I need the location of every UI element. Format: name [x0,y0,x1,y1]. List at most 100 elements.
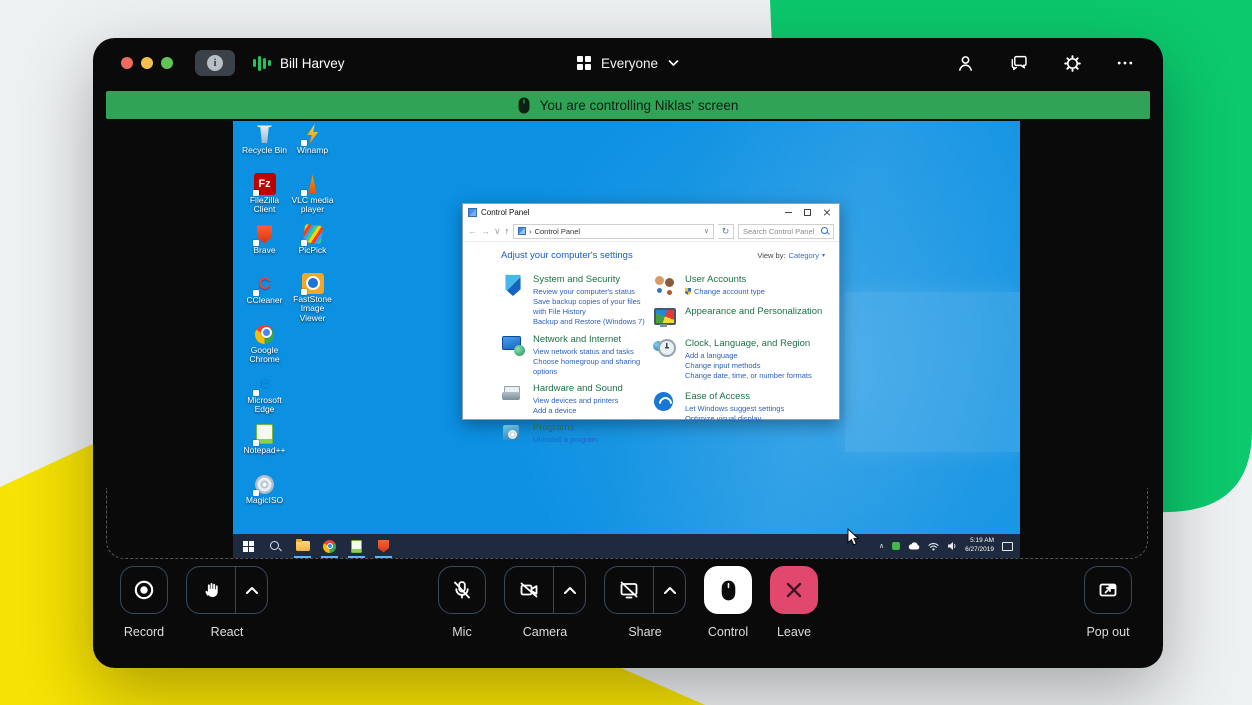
taskbar-chrome[interactable] [316,534,343,558]
desktop-icon[interactable]: Notepad++ [241,423,288,473]
category-sub-link[interactable]: View network status and tasks [533,347,653,357]
more-options-button[interactable] [1115,53,1135,73]
desktop-icon[interactable]: MagicISO [241,473,288,523]
control-panel-category[interactable]: Network and Internet View network status… [501,333,653,377]
category-sub-link[interactable]: Change account type [685,287,765,297]
participants-button[interactable] [955,53,976,74]
react-button-group [186,566,268,614]
forward-icon[interactable]: → [481,227,490,236]
control-button[interactable] [704,566,752,614]
control-panel-category[interactable]: Appearance and Personalization [653,305,825,329]
taskbar-file-explorer[interactable] [289,534,316,558]
category-sub-link[interactable]: View devices and printers [533,396,623,406]
camera-button[interactable] [505,567,554,613]
category-title-link[interactable]: Hardware and Sound [533,383,623,394]
taskbar-brave[interactable] [370,534,397,558]
tray-expand-icon[interactable]: ∧ [879,543,884,550]
category-title-link[interactable]: User Accounts [685,274,765,285]
view-by-value[interactable]: Category [789,251,819,260]
control-panel-category[interactable]: Ease of Access Let Windows suggest setti… [653,390,825,424]
address-dropdown-icon[interactable]: ∨ [704,227,709,235]
control-panel-category[interactable]: Clock, Language, and Region Add a langua… [653,337,825,381]
camera-options-button[interactable] [554,567,586,613]
category-sub-link[interactable]: Review your computer's status [533,287,653,297]
up-icon[interactable]: ↑ [505,227,510,236]
leave-button[interactable] [770,566,818,614]
share-options-button[interactable] [654,567,686,613]
category-sub-link[interactable]: Add a device [533,406,623,416]
share-button-group [604,566,686,614]
category-title-link[interactable]: Clock, Language, and Region [685,338,812,349]
desktop-icon[interactable]: PicPick [289,223,336,273]
category-sub-link[interactable]: Add a language [685,351,812,361]
zoom-window-button[interactable] [161,57,173,69]
control-panel-app-icon [468,208,477,217]
category-sub-link[interactable]: Save backup copies of your files with Fi… [533,297,653,317]
control-panel-category[interactable]: Hardware and Sound View devices and prin… [501,382,653,416]
react-options-button[interactable] [236,567,268,613]
record-button[interactable] [120,566,168,614]
settings-button[interactable] [1062,53,1083,74]
close-window-button[interactable] [121,57,133,69]
minimize-window-button[interactable] [141,57,153,69]
category-sub-link[interactable]: Let Windows suggest settings [685,404,784,414]
start-button[interactable] [235,534,262,558]
popout-button[interactable] [1084,566,1132,614]
desktop-icon[interactable]: Recycle Bin [241,123,288,173]
desktop-icon-label: CCleaner [247,296,283,305]
shared-screen[interactable]: Recycle Bin Fz FileZilla Client Brave [233,121,1020,558]
search-input[interactable]: Search Control Panel [738,224,834,239]
wifi-icon[interactable] [928,542,939,551]
view-selector-button[interactable]: Everyone [577,38,679,88]
view-by-caret-icon[interactable]: ▾ [822,252,825,259]
category-sub-link[interactable]: Uninstall a program [533,435,598,445]
taskbar-clock[interactable]: 5:19 AM 6/27/2019 [965,537,994,555]
desktop-icon[interactable]: Fz FileZilla Client [241,173,288,223]
history-dropdown-icon[interactable]: ∨ [494,227,501,236]
desktop-icon[interactable]: C CCleaner [241,273,288,323]
desktop-icon[interactable]: VLC media player [289,173,336,223]
react-button[interactable] [187,567,236,613]
category-icon [501,421,525,445]
category-icon [501,333,525,357]
desktop-icon[interactable]: Brave [241,223,288,273]
onedrive-cloud-icon[interactable] [908,542,920,550]
mic-button[interactable] [438,566,486,614]
control-panel-window[interactable]: Control Panel ← → ∨ ↑ › Control Panel ∨ [462,203,840,420]
category-sub-link[interactable]: Change date, time, or number formats [685,371,812,381]
info-button[interactable]: i [195,50,235,76]
taskbar-notepadpp[interactable] [343,534,370,558]
chevron-up-icon [563,586,577,595]
category-title-link[interactable]: Ease of Access [685,391,784,402]
share-button[interactable] [605,567,654,613]
chat-button[interactable] [1008,52,1030,74]
mic-muted-icon [450,578,474,602]
desktop-icon[interactable]: Google Chrome [241,323,288,373]
control-panel-category[interactable]: User Accounts Change account type [653,273,825,297]
category-sub-link[interactable]: Change input methods [685,361,812,371]
category-title-link[interactable]: Appearance and Personalization [685,306,822,317]
address-bar[interactable]: › Control Panel ∨ [513,224,714,239]
category-title-link[interactable]: System and Security [533,274,653,285]
category-title-link[interactable]: Network and Internet [533,334,653,345]
desktop-icon[interactable]: Winamp [289,123,336,173]
desktop-icon[interactable]: e Microsoft Edge [241,373,288,423]
category-sub-link[interactable]: Optimize visual display [685,414,784,424]
back-icon[interactable]: ← [468,227,477,236]
speaker-icon[interactable] [947,541,957,551]
category-title-link[interactable]: Programs [533,422,598,433]
close-icon[interactable] [823,209,831,217]
category-sub-link[interactable]: Backup and Restore (Windows 7) [533,317,653,327]
action-center-icon[interactable] [1002,542,1013,551]
control-panel-category[interactable]: System and Security Review your computer… [501,273,653,328]
breadcrumb[interactable]: Control Panel [535,227,580,236]
category-sub-link[interactable]: Choose homegroup and sharing options [533,357,653,377]
control-panel-category[interactable]: Programs Uninstall a program [501,421,653,445]
minimize-icon[interactable] [785,212,792,213]
refresh-icon[interactable]: ↻ [718,224,734,239]
tray-app-icon[interactable] [892,542,900,550]
taskbar-search-button[interactable] [262,534,289,558]
desktop-icon[interactable]: FastStone Image Viewer [289,273,336,323]
control-panel-titlebar[interactable]: Control Panel [463,204,839,221]
maximize-icon[interactable] [804,209,811,216]
